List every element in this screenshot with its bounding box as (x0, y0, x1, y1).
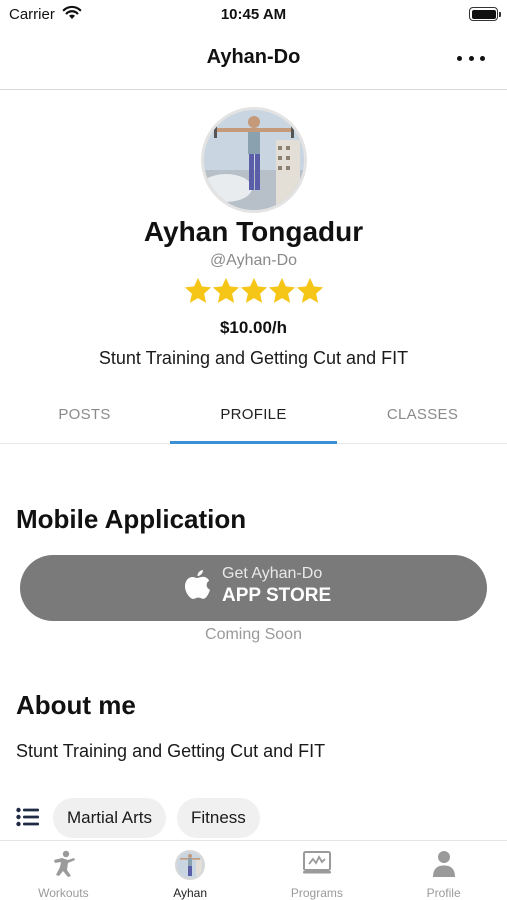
app-store-button[interactable]: Get Ayhan-Do APP STORE (20, 555, 487, 621)
battery-icon (469, 7, 501, 21)
more-options-button[interactable] (457, 48, 485, 68)
tab-bar-label: Ayhan (173, 886, 208, 900)
tab-profile[interactable]: PROFILE (169, 392, 338, 444)
programs-icon (302, 850, 332, 881)
tag-chip-martial-arts[interactable]: Martial Arts (53, 798, 167, 838)
list-icon (16, 807, 40, 832)
tab-bar-programs[interactable]: Programs (254, 841, 381, 900)
dot-icon (480, 55, 485, 61)
tab-bar-label: Programs (290, 886, 343, 900)
tab-posts[interactable]: POSTS (0, 392, 169, 443)
navigation-bar: Ayhan-Do (0, 30, 507, 90)
mobile-application-heading: Mobile Application (16, 504, 247, 534)
bottom-tab-bar: Workouts Ayhan Programs Profile (0, 840, 507, 900)
tab-bar-label: Profile (426, 886, 461, 900)
about-me-heading: About me (16, 690, 136, 720)
profile-handle: @Ayhan-Do (209, 252, 298, 269)
star-icon (240, 277, 267, 303)
about-me-text: Stunt Training and Getting Cut and FIT (16, 741, 326, 761)
tab-bar-label: Workouts (38, 886, 89, 900)
page-title: Ayhan-Do (206, 46, 301, 68)
avatar (175, 850, 206, 880)
app-store-label: APP STORE (222, 585, 332, 606)
dot-icon (468, 55, 474, 61)
dot-icon (457, 55, 462, 61)
tag-chip-fitness[interactable]: Fitness (177, 798, 260, 838)
star-icon (296, 277, 323, 303)
tab-bar-profile[interactable]: Profile (380, 841, 507, 900)
tab-classes[interactable]: CLASSES (338, 392, 507, 443)
star-icon (212, 277, 239, 303)
profile-name: Ayhan Tongadur (143, 216, 364, 247)
hourly-rate: $10.00/h (219, 318, 288, 337)
star-rating (0, 276, 507, 311)
star-icon (184, 277, 211, 303)
star-icon (268, 277, 295, 303)
apple-icon (182, 568, 212, 607)
profile-avatar[interactable] (201, 107, 307, 213)
tab-bar-workouts[interactable]: Workouts (0, 841, 127, 900)
profile-tagline: Stunt Training and Getting Cut and FIT (98, 348, 409, 368)
profile-tabs: POSTS PROFILE CLASSES (0, 392, 507, 444)
status-bar: Carrier 10:45 AM (0, 0, 507, 30)
coming-soon-note: Coming Soon (205, 626, 302, 643)
profile-icon (431, 850, 457, 883)
clock: 10:45 AM (220, 6, 287, 23)
workouts-icon (48, 850, 78, 883)
app-store-caption: Get Ayhan-Do (222, 565, 323, 582)
tab-bar-ayhan[interactable]: Ayhan (127, 841, 254, 900)
